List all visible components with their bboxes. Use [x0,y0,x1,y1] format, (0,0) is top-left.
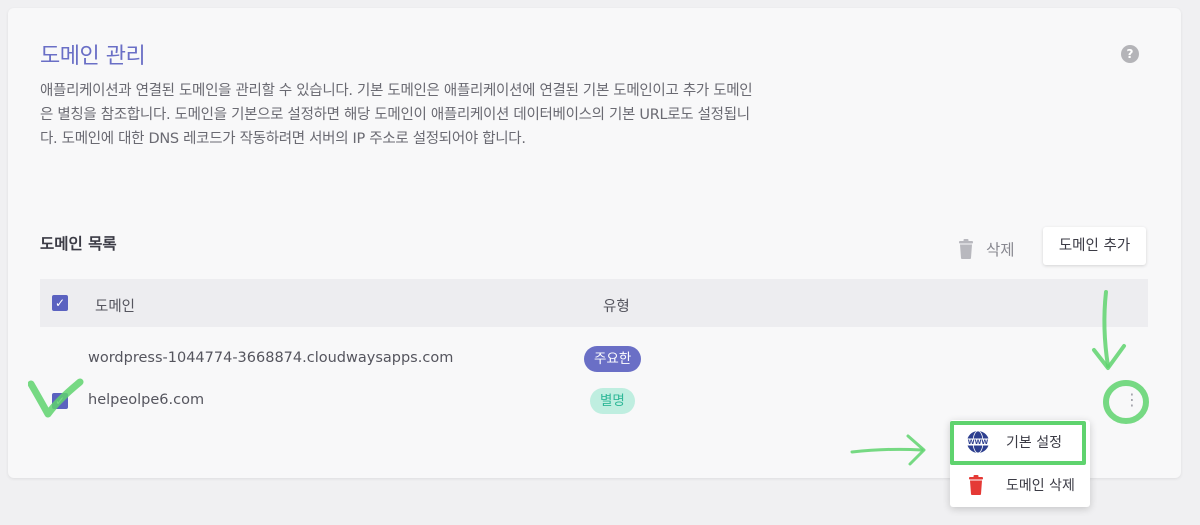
menu-label-delete-domain: 도메인 삭제 [1006,478,1075,494]
add-domain-button[interactable]: 도메인 추가 [1043,227,1146,265]
row-checkbox[interactable]: ✓ [52,393,68,409]
page-title: 도메인 관리 [40,44,146,69]
type-badge-alias: 별명 [590,388,635,414]
domain-management-card: 도메인 관리 ? 애플리케이션과 연결된 도메인을 관리할 수 있습니다. 기본… [8,8,1181,478]
trash-icon [959,239,973,259]
select-all-checkbox[interactable]: ✓ [52,295,68,311]
delete-button[interactable]: 삭제 [958,234,1015,264]
domain-cell: wordpress-1044774-3668874.cloudwaysapps.… [88,350,454,366]
question-icon[interactable]: ? [1121,45,1139,63]
domain-list-title: 도메인 목록 [40,235,117,253]
menu-item-delete-domain[interactable]: 도메인 삭제 [950,465,1090,505]
table-header: ✓ 도메인 유형 [40,279,1148,327]
row-context-menu: WWW 기본 설정 도메인 삭제 [950,420,1090,507]
domain-cell: helpeolpe6.com [88,392,205,408]
svg-text:WWW: WWW [968,439,989,446]
trash-icon [969,475,983,495]
table-row: wordpress-1044774-3668874.cloudwaysapps.… [40,342,1148,378]
www-icon: WWW [967,430,989,454]
delete-label: 삭제 [986,241,1015,259]
menu-label-set-primary: 기본 설정 [1006,435,1062,451]
table-row: ✓ helpeolpe6.com 별명 ⋮ [40,384,1148,420]
type-badge-primary: 주요한 [584,346,642,372]
column-header-domain: 도메인 [95,299,136,315]
column-header-type: 유형 [603,299,630,315]
menu-item-set-primary[interactable]: WWW 기본 설정 [950,422,1090,462]
row-actions-kebab-icon[interactable]: ⋮ [1124,390,1140,409]
page-description: 애플리케이션과 연결된 도메인을 관리할 수 있습니다. 기본 도메인은 애플리… [40,83,753,147]
